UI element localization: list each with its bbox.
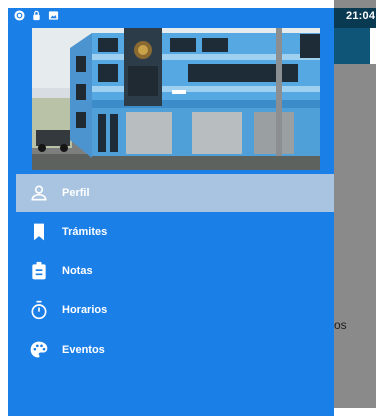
- toolbar-edge: [370, 28, 376, 64]
- drawer-item-label: Perfil: [62, 187, 90, 199]
- drawer-item-label: Trámites: [62, 226, 108, 238]
- lock-icon: [33, 10, 40, 21]
- person-icon: [28, 182, 50, 204]
- navigation-bar-edge: [334, 408, 376, 416]
- drawer-item-label: Horarios: [62, 304, 108, 316]
- drawer-item-label: Notas: [62, 265, 93, 277]
- status-icons: [14, 10, 59, 21]
- status-time: 21:04: [346, 10, 376, 22]
- drawer-item-perfil[interactable]: Perfil: [16, 174, 334, 212]
- sync-icon: [14, 10, 25, 21]
- palette-icon: [28, 339, 50, 361]
- drawer-item-tramites[interactable]: Trámites: [8, 213, 334, 251]
- building-photo: [32, 28, 320, 170]
- drawer-item-label: Eventos: [62, 344, 105, 356]
- navigation-drawer: Perfil Trámites Notas Horarios Eventos: [8, 8, 334, 416]
- app-toolbar: [334, 28, 370, 64]
- bookmark-icon: [28, 221, 50, 243]
- drawer-item-eventos[interactable]: Eventos: [8, 331, 334, 369]
- timer-icon: [28, 299, 50, 321]
- drawer-item-notas[interactable]: Notas: [8, 252, 334, 290]
- drawer-item-horarios[interactable]: Horarios: [8, 291, 334, 329]
- image-icon: [48, 11, 59, 20]
- header-building-photo: [32, 28, 320, 170]
- clipboard-icon: [28, 260, 50, 282]
- background-text-fragment: os: [334, 318, 347, 332]
